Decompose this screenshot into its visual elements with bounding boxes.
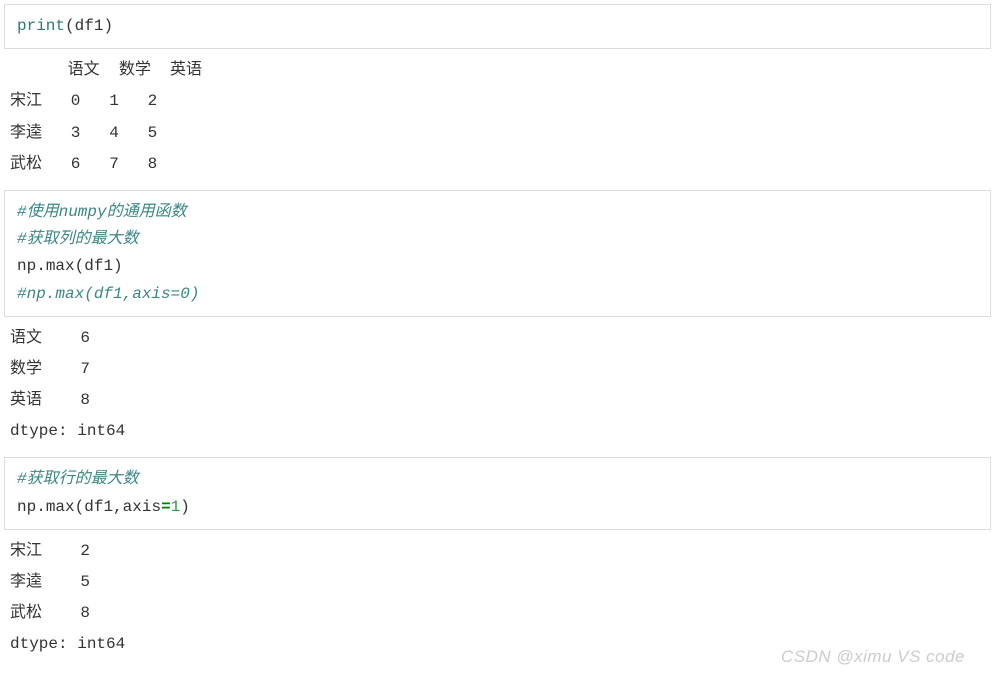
code-line: print(df1) — [17, 13, 978, 40]
code-line-comment: #获取列的最大数 — [17, 226, 978, 253]
code-token-num: 1 — [171, 498, 181, 516]
code-token-fn: print — [17, 17, 65, 35]
code-token-kw: axis — [123, 498, 161, 516]
output-block-2: 语文 6 数学 7 英语 8 dtype: int64 — [10, 323, 991, 448]
code-token-dot: . — [36, 498, 46, 516]
code-line: np.max(df1,axis=1) — [17, 494, 978, 521]
code-token-var: df1 — [84, 257, 113, 275]
code-token-comment: #获取列的最大数 — [17, 230, 139, 248]
code-line-comment: #使用numpy的通用函数 — [17, 199, 978, 226]
code-token-fn: max — [46, 257, 75, 275]
code-token-paren: ( — [65, 17, 75, 35]
code-line: np.max(df1) — [17, 253, 978, 280]
code-line-comment: #获取行的最大数 — [17, 466, 978, 493]
code-token-paren: ) — [113, 257, 123, 275]
code-token-var: df1 — [84, 498, 113, 516]
code-token-paren: ( — [75, 257, 85, 275]
code-token-paren: ( — [75, 498, 85, 516]
code-token-paren: ) — [103, 17, 113, 35]
code-token-comma: , — [113, 498, 123, 516]
code-token-fn: max — [46, 498, 75, 516]
watermark-text: CSDN @ximu VS code — [781, 647, 965, 667]
code-line-comment: #np.max(df1,axis=0) — [17, 281, 978, 308]
code-token-dot: . — [36, 257, 46, 275]
code-cell-2: #使用numpy的通用函数 #获取列的最大数 np.max(df1) #np.m… — [4, 190, 991, 317]
code-token-comment: #np.max(df1,axis=0) — [17, 285, 199, 303]
code-token-eq: = — [161, 498, 171, 516]
code-token-comment: #获取行的最大数 — [17, 470, 139, 488]
code-cell-1: print(df1) — [4, 4, 991, 49]
code-token-var: np — [17, 498, 36, 516]
code-cell-3: #获取行的最大数 np.max(df1,axis=1) — [4, 457, 991, 529]
code-token-var: np — [17, 257, 36, 275]
output-block-1: 语文 数学 英语 宋江 0 1 2 李逵 3 4 5 武松 6 7 8 — [10, 55, 991, 180]
code-token-comment: #使用numpy的通用函数 — [17, 203, 187, 221]
code-token-paren: ) — [180, 498, 190, 516]
output-block-3: 宋江 2 李逵 5 武松 8 dtype: int64 — [10, 536, 991, 661]
code-token-var: df1 — [75, 17, 104, 35]
